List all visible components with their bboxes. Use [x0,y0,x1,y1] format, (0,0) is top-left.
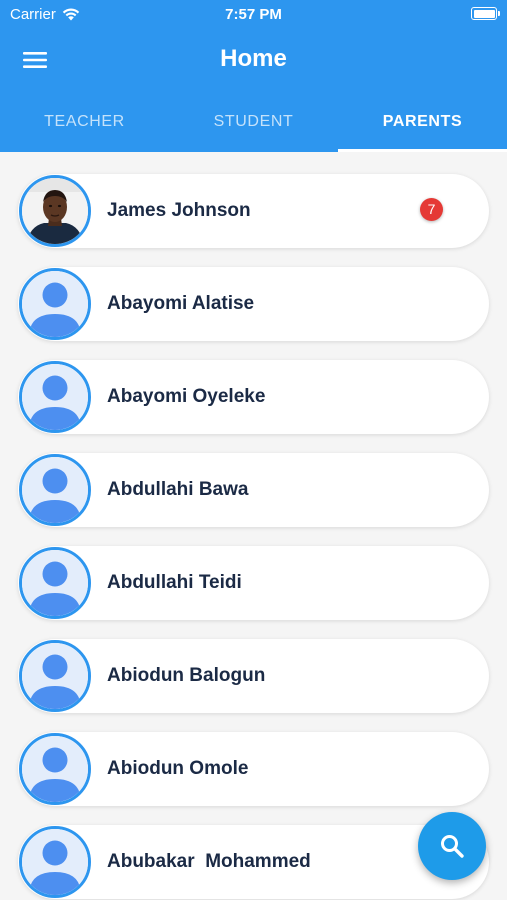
contact-name: James Johnson [107,200,251,221]
person-photo-icon [22,178,88,244]
contact-name: Abiodun Omole [107,758,249,779]
tab-bar: TEACHER STUDENT PARENTS [0,95,507,152]
tab-student[interactable]: STUDENT [169,95,338,152]
search-button[interactable] [418,812,486,880]
unread-badge: 7 [420,198,443,221]
contact-name: Abayomi Oyeleke [107,386,266,407]
search-icon [441,835,464,858]
contact-card[interactable]: Abdullahi Bawa [18,453,489,527]
tab-parents[interactable]: PARENTS [338,95,507,152]
tab-teacher[interactable]: TEACHER [0,95,169,152]
default-avatar [19,640,91,712]
parents-list: James Johnson 7 Abayomi Alatise Abayomi … [0,152,507,900]
app-bar: Home [0,30,507,90]
status-time: 7:57 PM [225,6,282,23]
battery-icon [471,7,500,20]
contact-name: Abiodun Balogun [107,665,266,686]
contact-card[interactable]: Abdullahi Teidi [18,546,489,620]
person-icon [22,643,88,709]
person-icon [22,550,88,616]
contact-card[interactable]: Abayomi Alatise [18,267,489,341]
person-icon [22,271,88,337]
page-title: Home [220,45,287,72]
contact-name: Abubakar Mohammed [107,851,311,872]
default-avatar [19,361,91,433]
contact-card[interactable]: Abayomi Oyeleke [18,360,489,434]
contact-photo-avatar [19,175,91,247]
person-icon [22,364,88,430]
person-icon [22,829,88,895]
app-header: Carrier 7:57 PM Home TEACHER STUDENT PAR… [0,0,507,152]
status-bar: Carrier 7:57 PM [0,0,507,28]
person-icon [22,736,88,802]
contact-card[interactable]: Abiodun Balogun [18,639,489,713]
default-avatar [19,547,91,619]
default-avatar [19,826,91,898]
contact-name: Abdullahi Bawa [107,479,249,500]
contact-name: Abdullahi Teidi [107,572,242,593]
default-avatar [19,268,91,340]
contact-card[interactable]: James Johnson 7 [18,174,489,248]
contact-card[interactable]: Abiodun Omole [18,732,489,806]
contact-name: Abayomi Alatise [107,293,255,314]
person-icon [22,457,88,523]
default-avatar [19,733,91,805]
default-avatar [19,454,91,526]
